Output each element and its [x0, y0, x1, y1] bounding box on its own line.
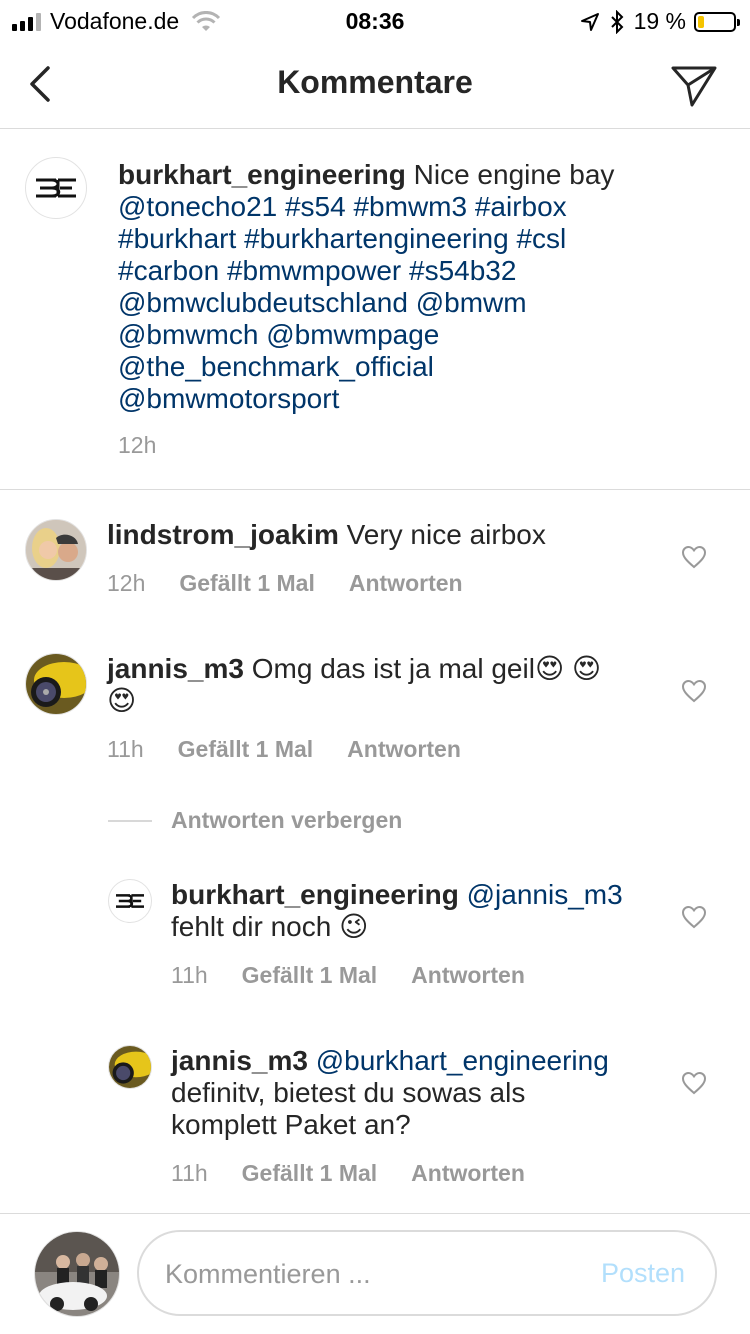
reply-username[interactable]: burkhart_engineering — [171, 879, 459, 910]
reply-text: burkhart_engineering @jannis_m3 fehlt di… — [171, 879, 671, 943]
comment-body: Omg das ist ja mal geil😍 😍 — [251, 653, 602, 684]
reply-mention[interactable]: @burkhart_engineering — [316, 1045, 609, 1076]
comment-avatar[interactable] — [25, 519, 87, 581]
hide-replies-line — [108, 820, 152, 822]
car-photo-icon — [109, 1046, 151, 1088]
heart-icon[interactable] — [681, 545, 707, 569]
reply-meta: 11h Gefällt 1 Mal Antworten — [171, 1160, 525, 1187]
reply-button[interactable]: Antworten — [411, 962, 525, 989]
reply-body-line2: komplett Paket an? — [171, 1109, 411, 1140]
location-arrow-icon — [580, 12, 599, 31]
likes-count[interactable]: Gefällt 1 Mal — [178, 736, 313, 763]
heart-icon[interactable] — [681, 1071, 707, 1095]
caption-time: 12h — [118, 432, 157, 458]
reply-text: jannis_m3 @burkhart_engineering definitv… — [171, 1045, 671, 1141]
comment-time: 12h — [107, 570, 146, 596]
hide-replies-button[interactable]: Antworten verbergen — [171, 807, 402, 834]
comment-username[interactable]: jannis_m3 — [107, 653, 244, 684]
burkhart-logo-icon — [116, 894, 144, 908]
battery-percent: 19 % — [633, 8, 686, 34]
comment-body: Very nice airbox — [346, 519, 546, 550]
reply-time: 11h — [171, 962, 208, 988]
comment-body-line2: 😍 — [107, 684, 137, 717]
comment-meta: 12h Gefällt 1 Mal Antworten — [107, 570, 463, 597]
heart-icon[interactable] — [681, 679, 707, 703]
reply-time: 11h — [171, 1160, 208, 1186]
reply-button[interactable]: Antworten — [347, 736, 461, 763]
nav-bar: Kommentare — [0, 40, 750, 129]
battery-icon — [694, 11, 740, 32]
reply-avatar[interactable] — [108, 1045, 152, 1089]
direct-message-icon[interactable] — [670, 64, 718, 108]
caption-tags-line[interactable]: @the_benchmark_official — [118, 351, 434, 382]
battery-fill — [698, 15, 704, 28]
comment-text: jannis_m3 Omg das ist ja mal geil😍 😍 😍 — [107, 653, 667, 717]
caption-tags-line[interactable]: #burkhart #burkhartengineering #csl — [118, 223, 566, 254]
comment-time: 11h — [107, 736, 144, 762]
likes-count[interactable]: Gefällt 1 Mal — [242, 962, 377, 989]
likes-count[interactable]: Gefällt 1 Mal — [242, 1160, 377, 1187]
caption-username[interactable]: burkhart_engineering — [118, 159, 406, 190]
comment-avatar[interactable] — [25, 653, 87, 715]
post-button[interactable]: Posten — [601, 1258, 685, 1289]
status-right: 19 % — [580, 8, 740, 35]
caption-tags-line[interactable]: @bmwclubdeutschland @bmwm — [118, 287, 527, 318]
caption-tags-line[interactable]: #carbon #bmwmpower #s54b32 — [118, 255, 516, 286]
user-photo-icon — [26, 520, 86, 580]
car-photo-icon — [26, 654, 86, 714]
page-title: Kommentare — [277, 64, 473, 100]
comment-composer: Posten — [137, 1230, 717, 1316]
bluetooth-icon — [610, 9, 623, 34]
reply-username[interactable]: jannis_m3 — [171, 1045, 308, 1076]
reply-body: fehlt dir noch 😉 — [171, 911, 369, 942]
reply-meta: 11h Gefällt 1 Mal Antworten — [171, 962, 525, 989]
comment-username[interactable]: lindstrom_joakim — [107, 519, 339, 550]
reply-button[interactable]: Antworten — [349, 570, 463, 597]
status-bar: Vodafone.de 08:36 19 % — [0, 0, 750, 40]
reply-avatar[interactable] — [108, 879, 152, 923]
comment-input[interactable] — [163, 1250, 587, 1298]
reply-button[interactable]: Antworten — [411, 1160, 525, 1187]
caption-tags-line[interactable]: @tonecho21 #s54 #bmwm3 #airbox — [118, 191, 567, 222]
likes-count[interactable]: Gefällt 1 Mal — [179, 570, 314, 597]
caption-text: burkhart_engineering Nice engine bay @to… — [118, 159, 718, 415]
heart-icon[interactable] — [681, 905, 707, 929]
composer-divider — [0, 1213, 750, 1214]
current-user-avatar — [34, 1231, 120, 1317]
burkhart-logo-icon — [36, 178, 76, 198]
comment-text: lindstrom_joakim Very nice airbox — [107, 519, 667, 551]
divider — [0, 489, 750, 490]
reply-mention[interactable]: @jannis_m3 — [467, 879, 623, 910]
group-photo-icon — [35, 1232, 119, 1316]
reply-body: definitv, bietest du sowas als — [171, 1077, 526, 1108]
caption-tags-line[interactable]: @bmwmotorsport — [118, 383, 339, 414]
caption-body: Nice engine bay — [413, 159, 615, 190]
caption-meta: 12h — [118, 432, 156, 459]
caption-tags-line[interactable]: @bmwmch @bmwmpage — [118, 319, 439, 350]
comment-meta: 11h Gefällt 1 Mal Antworten — [107, 736, 461, 763]
caption-avatar[interactable] — [25, 157, 87, 219]
